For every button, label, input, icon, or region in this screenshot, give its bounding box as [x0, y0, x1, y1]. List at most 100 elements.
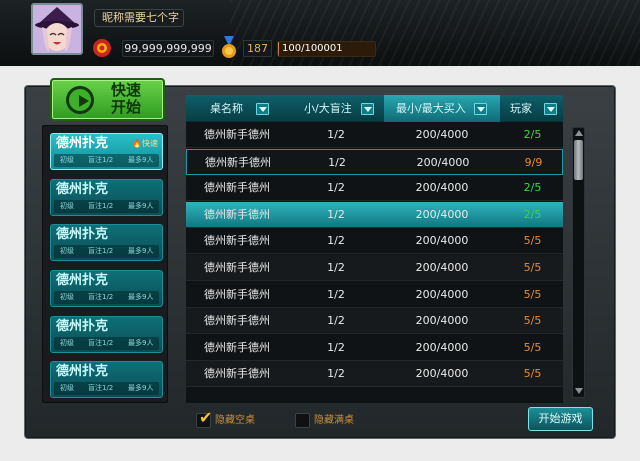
- table-row[interactable]: 德州新手德州 1/2 200/4000 9/9: [186, 148, 563, 175]
- room-item[interactable]: 德州扑克 初级 盲注1/2 最多9人: [50, 179, 163, 216]
- cell-blinds: 1/2: [327, 314, 345, 328]
- sort-buyin[interactable]: 最小/最大买入: [384, 95, 500, 122]
- hide-full-label: 隐藏满桌: [314, 415, 354, 426]
- scrollbar-thumb[interactable]: [574, 140, 583, 180]
- coin-balance: 99,999,999,999: [122, 40, 214, 57]
- cell-blinds: 1/2: [327, 181, 345, 195]
- cell-buyin: 200/4000: [415, 287, 469, 301]
- room-name: 德州扑克: [56, 273, 109, 288]
- cell-blinds: 1/2: [327, 261, 345, 274]
- exp-bar: 100/100001: [277, 41, 376, 57]
- table-rows: 德州新手德州 1/2 200/4000 2/5 德州新手德州 1/2 200/4000 9/9…: [186, 122, 563, 403]
- top-bar: 昵称需要七个字 99,999,999,999 187 100/100001: [0, 0, 640, 66]
- room-info: 初级 盲注1/2 最多9人: [54, 154, 159, 167]
- room-item[interactable]: 德州扑克 🔥快速 初级 盲注1/2 最多9人: [50, 133, 163, 170]
- chevron-down-icon: [544, 103, 557, 115]
- sort-blinds[interactable]: 小/大盲注: [290, 95, 382, 122]
- hide-empty-label: 隐藏空桌: [215, 415, 255, 426]
- chevron-down-icon: [256, 103, 269, 115]
- table-row[interactable]: 德州新手德州 1/2 200/4000 2/5: [186, 122, 563, 148]
- table-row[interactable]: 德州新手德州 1/2 200/4000 5/5: [186, 255, 563, 281]
- cell-players: 5/5: [523, 314, 542, 328]
- cell-buyin: 200/4000: [416, 155, 470, 169]
- cell-blinds: 1/2: [328, 155, 346, 169]
- table-row[interactable]: 德州新手德州 1/2 200/4000 5/5: [186, 361, 563, 388]
- cell-buyin: 200/4000: [415, 181, 469, 195]
- scroll-up-icon[interactable]: [575, 130, 583, 136]
- scrollbar[interactable]: [572, 127, 585, 398]
- exp-text: 100/100001: [282, 43, 343, 54]
- cell-players: 9/9: [524, 155, 543, 169]
- room-name: 德州扑克: [56, 364, 109, 379]
- cell-name: 德州新手德州: [204, 367, 270, 381]
- quick-start-button[interactable]: 快速 开始: [50, 78, 165, 121]
- hide-empty-checkbox[interactable]: ✔: [196, 408, 213, 428]
- table-row[interactable]: 德州新手德州 1/2 200/4000 2/5: [186, 201, 563, 228]
- cell-name: 德州新手德州: [204, 207, 270, 221]
- cell-buyin: 200/4000: [415, 340, 469, 354]
- room-item[interactable]: 德州扑克 初级 盲注1/2 最多9人: [50, 224, 163, 261]
- level-value: 187: [243, 40, 272, 57]
- sort-players[interactable]: 玩家: [502, 95, 563, 122]
- checkmark-icon: ✔: [199, 408, 213, 427]
- cell-players: 5/5: [523, 340, 542, 354]
- cell-buyin: 200/4000: [415, 261, 469, 274]
- start-game-button[interactable]: 开始游戏: [528, 407, 593, 431]
- room-item[interactable]: 德州扑克 初级 盲注1/2 最多9人: [50, 270, 163, 307]
- hide-full-checkbox[interactable]: [295, 413, 310, 428]
- cell-players: 5/5: [523, 367, 542, 381]
- table-row[interactable]: 德州新手德州 1/2 200/4000 2/5: [186, 175, 563, 202]
- cell-blinds: 1/2: [327, 234, 345, 248]
- nickname: 昵称需要七个字: [94, 9, 184, 27]
- sort-table-name[interactable]: 桌名称: [186, 95, 288, 122]
- cell-name: 德州新手德州: [204, 234, 270, 248]
- table-row[interactable]: 德州新手德州 1/2 200/4000 5/5: [186, 282, 563, 308]
- avatar-portrait: [33, 5, 81, 53]
- cell-name: 德州新手德州: [204, 181, 270, 195]
- table-row[interactable]: 德州新手德州 1/2 200/4000 5/5: [186, 335, 563, 361]
- cell-name: 德州新手德州: [204, 287, 270, 301]
- cell-blinds: 1/2: [327, 287, 345, 301]
- room-badge: 🔥快速: [132, 139, 158, 148]
- avatar[interactable]: [31, 3, 83, 55]
- chip-icon: [93, 39, 111, 57]
- cell-blinds: 1/2: [327, 207, 345, 221]
- cell-buyin: 200/4000: [415, 314, 469, 328]
- room-item[interactable]: 德州扑克 初级 盲注1/2 最多9人: [50, 316, 163, 353]
- room-info: 初级 盲注1/2 最多9人: [54, 245, 159, 258]
- room-name: 德州扑克: [56, 182, 109, 197]
- room-info: 初级 盲注1/2 最多9人: [54, 382, 159, 395]
- quick-start-label: 快速 开始: [110, 81, 141, 116]
- cell-name: 德州新手德州: [204, 340, 270, 354]
- cell-name: 德州新手德州: [204, 261, 270, 274]
- cell-players: 5/5: [523, 287, 542, 301]
- cell-players: 2/5: [523, 181, 542, 195]
- room-item[interactable]: 德州扑克 初级 盲注1/2 最多9人: [50, 361, 163, 398]
- cell-buyin: 200/4000: [415, 234, 469, 248]
- chevron-down-icon: [474, 103, 487, 115]
- cell-buyin: 200/4000: [415, 128, 469, 141]
- play-icon: [66, 86, 94, 114]
- cell-players: 5/5: [523, 261, 542, 274]
- scroll-down-icon[interactable]: [575, 388, 583, 394]
- medal-icon: [222, 36, 236, 58]
- cell-buyin: 200/4000: [415, 207, 469, 221]
- cell-buyin: 200/4000: [415, 367, 469, 381]
- cell-name: 德州新手德州: [205, 155, 271, 169]
- room-list: 德州扑克 🔥快速 初级 盲注1/2 最多9人 德州扑克 初级 盲注1/2 最多9人 德州…: [42, 125, 168, 403]
- room-name: 德州扑克: [56, 136, 109, 151]
- room-info: 初级 盲注1/2 最多9人: [54, 200, 159, 213]
- room-info: 初级 盲注1/2 最多9人: [54, 291, 159, 304]
- table-row[interactable]: 德州新手德州 1/2 200/4000 5/5: [186, 228, 563, 255]
- room-name: 德州扑克: [56, 227, 109, 242]
- cell-players: 2/5: [523, 207, 542, 221]
- room-info: 初级 盲注1/2 最多9人: [54, 337, 159, 350]
- cell-blinds: 1/2: [327, 340, 345, 354]
- cell-players: 5/5: [523, 234, 542, 248]
- table-row[interactable]: 德州新手德州 1/2 200/4000 5/5: [186, 308, 563, 335]
- cell-blinds: 1/2: [327, 367, 345, 381]
- cell-name: 德州新手德州: [204, 128, 270, 141]
- cell-name: 德州新手德州: [204, 314, 270, 328]
- cell-blinds: 1/2: [327, 128, 345, 141]
- room-name: 德州扑克: [56, 319, 109, 334]
